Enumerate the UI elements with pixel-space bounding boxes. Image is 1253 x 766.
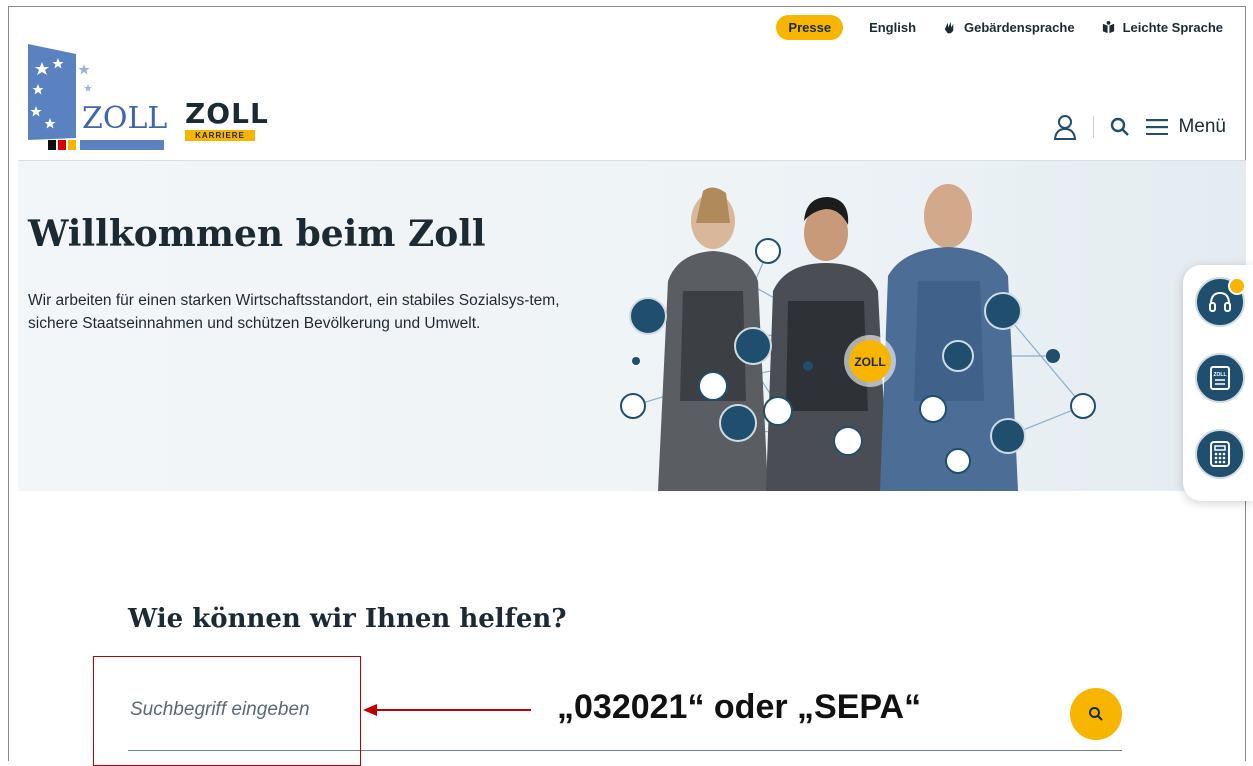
hand-icon <box>944 21 954 34</box>
book-hand-icon <box>1102 20 1114 34</box>
hero-illustration: ZOLL <box>620 184 1096 491</box>
header-separator <box>1093 116 1095 138</box>
headset-icon <box>1209 291 1231 312</box>
menu-button[interactable]: Menü <box>1146 116 1226 138</box>
hero-section: Willkommen beim Zoll Wir arbeiten für ei… <box>18 161 1246 491</box>
support-headset-button[interactable] <box>1195 277 1246 327</box>
sign-language-link[interactable]: Gebärdensprache <box>942 20 1075 35</box>
hamburger-icon <box>1146 119 1169 135</box>
sign-language-label: Gebärdensprache <box>964 20 1075 35</box>
search-icon[interactable] <box>1110 117 1130 137</box>
hero-title: Willkommen beim Zoll <box>28 213 486 255</box>
help-heading: Wie können wir Ihnen helfen? <box>128 604 567 634</box>
search-icon <box>1089 707 1103 721</box>
zoll-logo[interactable]: ZOLL <box>28 44 168 150</box>
utility-bar: Presse English Gebärdensprache Leichte S… <box>776 15 1223 40</box>
site-header: ZOLL ZOLL KARRIERE Menü <box>18 40 1246 161</box>
notification-dot <box>1228 277 1246 295</box>
calculator-button[interactable] <box>1195 429 1245 479</box>
hero-text: Wir arbeiten für einen starken Wirtschaf… <box>28 292 560 332</box>
forms-button[interactable]: ZOLL <box>1195 353 1245 403</box>
annotation-arrow <box>363 704 531 716</box>
document-icon: ZOLL <box>1210 366 1230 390</box>
search-submit-button[interactable] <box>1070 688 1122 740</box>
annotation-highlight-box <box>93 656 361 766</box>
calculator-icon <box>1210 441 1230 467</box>
karriere-logo-tag: KARRIERE <box>185 130 255 141</box>
press-button[interactable]: Presse <box>776 15 844 40</box>
menu-label: Menü <box>1178 116 1226 137</box>
english-link[interactable]: English <box>869 20 916 35</box>
zoll-badge-label: ZOLL <box>854 355 885 369</box>
karriere-logo-word: ZOLL <box>185 97 269 130</box>
easy-language-link[interactable]: Leichte Sprache <box>1101 20 1223 35</box>
svg-text:ZOLL: ZOLL <box>1213 372 1226 378</box>
header-actions: Menü <box>1053 114 1226 140</box>
easy-language-label: Leichte Sprache <box>1122 20 1223 35</box>
user-icon[interactable] <box>1053 114 1077 140</box>
annotation-text: „032021“ oder „SEPA“ <box>557 688 922 726</box>
zoll-karriere-logo[interactable]: ZOLL KARRIERE <box>185 100 269 141</box>
side-tools-panel: ZOLL <box>1183 265 1253 501</box>
zoll-logo-text: ZOLL <box>82 101 167 136</box>
english-label: English <box>869 20 917 35</box>
